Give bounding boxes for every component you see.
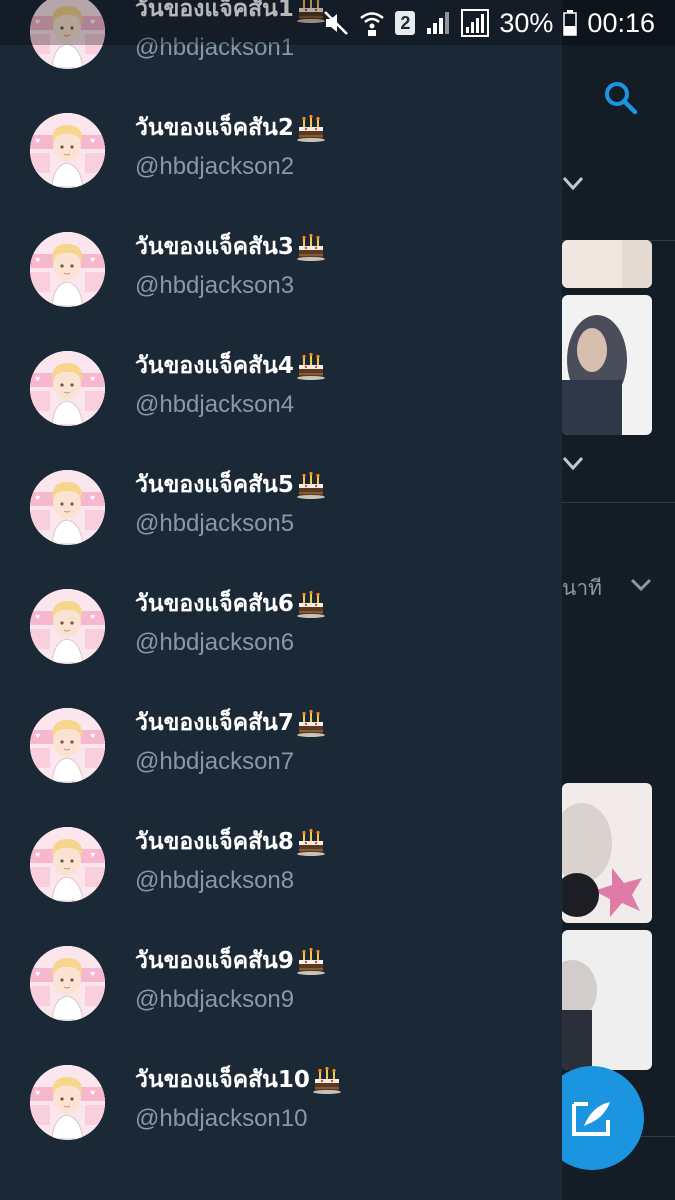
- account-row[interactable]: ♥ ♥ วันของแจ็คสัน6 @hbdjackson6: [0, 547, 562, 666]
- mute-icon: [324, 11, 349, 35]
- svg-text:♥: ♥: [35, 614, 40, 621]
- svg-text:♥: ♥: [90, 138, 95, 145]
- chevron-down-icon[interactable]: [630, 578, 652, 592]
- account-name-text: วันของแจ็คสัน9: [135, 948, 294, 974]
- account-handle: @hbdjackson4: [135, 391, 295, 418]
- svg-text:♥: ♥: [90, 495, 95, 502]
- svg-text:♥: ♥: [35, 138, 40, 145]
- media-thumbnail[interactable]: [562, 930, 652, 1070]
- cell-signal-icon: [461, 9, 490, 37]
- avatar[interactable]: ♥ ♥: [30, 470, 105, 545]
- account-row[interactable]: ♥ ♥ วันของแจ็คสัน9 @hbdjackson9: [0, 904, 562, 1023]
- birthday-cake-icon: [296, 352, 325, 380]
- search-icon[interactable]: [603, 80, 639, 116]
- svg-text:♥: ♥: [35, 733, 40, 740]
- svg-text:♥: ♥: [35, 257, 40, 264]
- account-name: วันของแจ็คสัน9: [135, 944, 326, 978]
- birthday-cake-icon: [296, 828, 325, 856]
- account-handle: @hbdjackson7: [135, 748, 295, 775]
- account-name: วันของแจ็คสัน4: [135, 349, 326, 383]
- account-name: วันของแจ็คสัน3: [135, 230, 326, 264]
- avatar[interactable]: ♥ ♥: [30, 589, 105, 664]
- account-list: ♥ ♥ วันของแจ็คสัน1 @hbdjackson1 ♥ ♥ วันข…: [0, 0, 562, 1142]
- avatar[interactable]: ♥ ♥: [30, 232, 105, 307]
- svg-text:♥: ♥: [90, 1090, 95, 1097]
- wifi-calling-icon: [360, 12, 385, 36]
- svg-text:♥: ♥: [90, 971, 95, 978]
- account-name-text: วันของแจ็คสัน3: [135, 234, 294, 260]
- account-switcher-drawer: ♥ ♥ วันของแจ็คสัน1 @hbdjackson1 ♥ ♥ วันข…: [0, 0, 562, 1200]
- compose-tweet-icon: [572, 1102, 610, 1136]
- account-name: วันของแจ็คสัน8: [135, 825, 326, 859]
- birthday-cake-icon: [296, 709, 325, 737]
- account-name: วันของแจ็คสัน7: [135, 706, 326, 740]
- media-thumbnail[interactable]: [562, 783, 652, 923]
- media-thumbnail[interactable]: [562, 240, 652, 288]
- divider: [562, 502, 675, 503]
- svg-text:♥: ♥: [35, 1090, 40, 1097]
- account-handle: @hbdjackson10: [135, 1105, 308, 1132]
- account-row[interactable]: ♥ ♥ วันของแจ็คสัน4 @hbdjackson4: [0, 309, 562, 428]
- avatar[interactable]: ♥ ♥: [30, 827, 105, 902]
- account-row[interactable]: ♥ ♥ วันของแจ็คสัน3 @hbdjackson3: [0, 190, 562, 309]
- chevron-down-icon[interactable]: [562, 456, 584, 470]
- battery-icon: [563, 10, 578, 36]
- account-handle: @hbdjackson3: [135, 272, 295, 299]
- account-row[interactable]: ♥ ♥ วันของแจ็คสัน2 @hbdjackson2: [0, 71, 562, 190]
- svg-text:♥: ♥: [35, 376, 40, 383]
- account-row[interactable]: ♥ ♥ วันของแจ็คสัน8 @hbdjackson8: [0, 785, 562, 904]
- account-name-text: วันของแจ็คสัน8: [135, 829, 294, 855]
- tweet-time: นาที: [562, 576, 602, 600]
- account-handle: @hbdjackson9: [135, 986, 295, 1013]
- cell-signal-icon: [427, 12, 450, 34]
- account-handle: @hbdjackson5: [135, 510, 295, 537]
- account-handle: @hbdjackson8: [135, 867, 295, 894]
- account-name-text: วันของแจ็คสัน7: [135, 710, 294, 736]
- account-name: วันของแจ็คสัน5: [135, 468, 326, 502]
- birthday-cake-icon: [296, 471, 325, 499]
- birthday-cake-icon: [296, 114, 325, 142]
- svg-text:♥: ♥: [90, 257, 95, 264]
- svg-text:♥: ♥: [35, 495, 40, 502]
- avatar[interactable]: ♥ ♥: [30, 946, 105, 1021]
- birthday-cake-icon: [296, 590, 325, 618]
- account-handle: @hbdjackson2: [135, 153, 295, 180]
- account-name-text: วันของแจ็คสัน6: [135, 591, 294, 617]
- clock: 00:16: [587, 8, 655, 38]
- account-row[interactable]: ♥ ♥ วันของแจ็คสัน10 @hbdjackson10: [0, 1023, 562, 1142]
- account-name-text: วันของแจ็คสัน2: [135, 115, 294, 141]
- account-name-text: วันของแจ็คสัน5: [135, 472, 294, 498]
- media-thumbnail[interactable]: [562, 295, 652, 435]
- account-name-text: วันของแจ็คสัน10: [135, 1067, 310, 1093]
- avatar[interactable]: ♥ ♥: [30, 1065, 105, 1140]
- status-bar: 2 30% 00:16: [0, 0, 675, 45]
- svg-text:♥: ♥: [35, 971, 40, 978]
- birthday-cake-icon: [312, 1066, 341, 1094]
- svg-text:♥: ♥: [90, 852, 95, 859]
- account-row[interactable]: ♥ ♥ วันของแจ็คสัน7 @hbdjackson7: [0, 666, 562, 785]
- account-row[interactable]: ♥ ♥ วันของแจ็คสัน5 @hbdjackson5: [0, 428, 562, 547]
- avatar[interactable]: ♥ ♥: [30, 113, 105, 188]
- account-name-text: วันของแจ็คสัน4: [135, 353, 294, 379]
- battery-percent: 30%: [499, 8, 554, 38]
- birthday-cake-icon: [296, 233, 325, 261]
- svg-text:♥: ♥: [90, 733, 95, 740]
- svg-text:♥: ♥: [35, 852, 40, 859]
- account-name: วันของแจ็คสัน2: [135, 111, 326, 145]
- svg-text:♥: ♥: [90, 376, 95, 383]
- account-name: วันของแจ็คสัน6: [135, 587, 326, 621]
- account-handle: @hbdjackson6: [135, 629, 295, 656]
- svg-text:♥: ♥: [90, 614, 95, 621]
- birthday-cake-icon: [296, 947, 325, 975]
- avatar[interactable]: ♥ ♥: [30, 351, 105, 426]
- sim-badge: 2: [395, 11, 416, 35]
- avatar[interactable]: ♥ ♥: [30, 708, 105, 783]
- account-name: วันของแจ็คสัน10: [135, 1063, 342, 1097]
- chevron-down-icon[interactable]: [562, 176, 584, 190]
